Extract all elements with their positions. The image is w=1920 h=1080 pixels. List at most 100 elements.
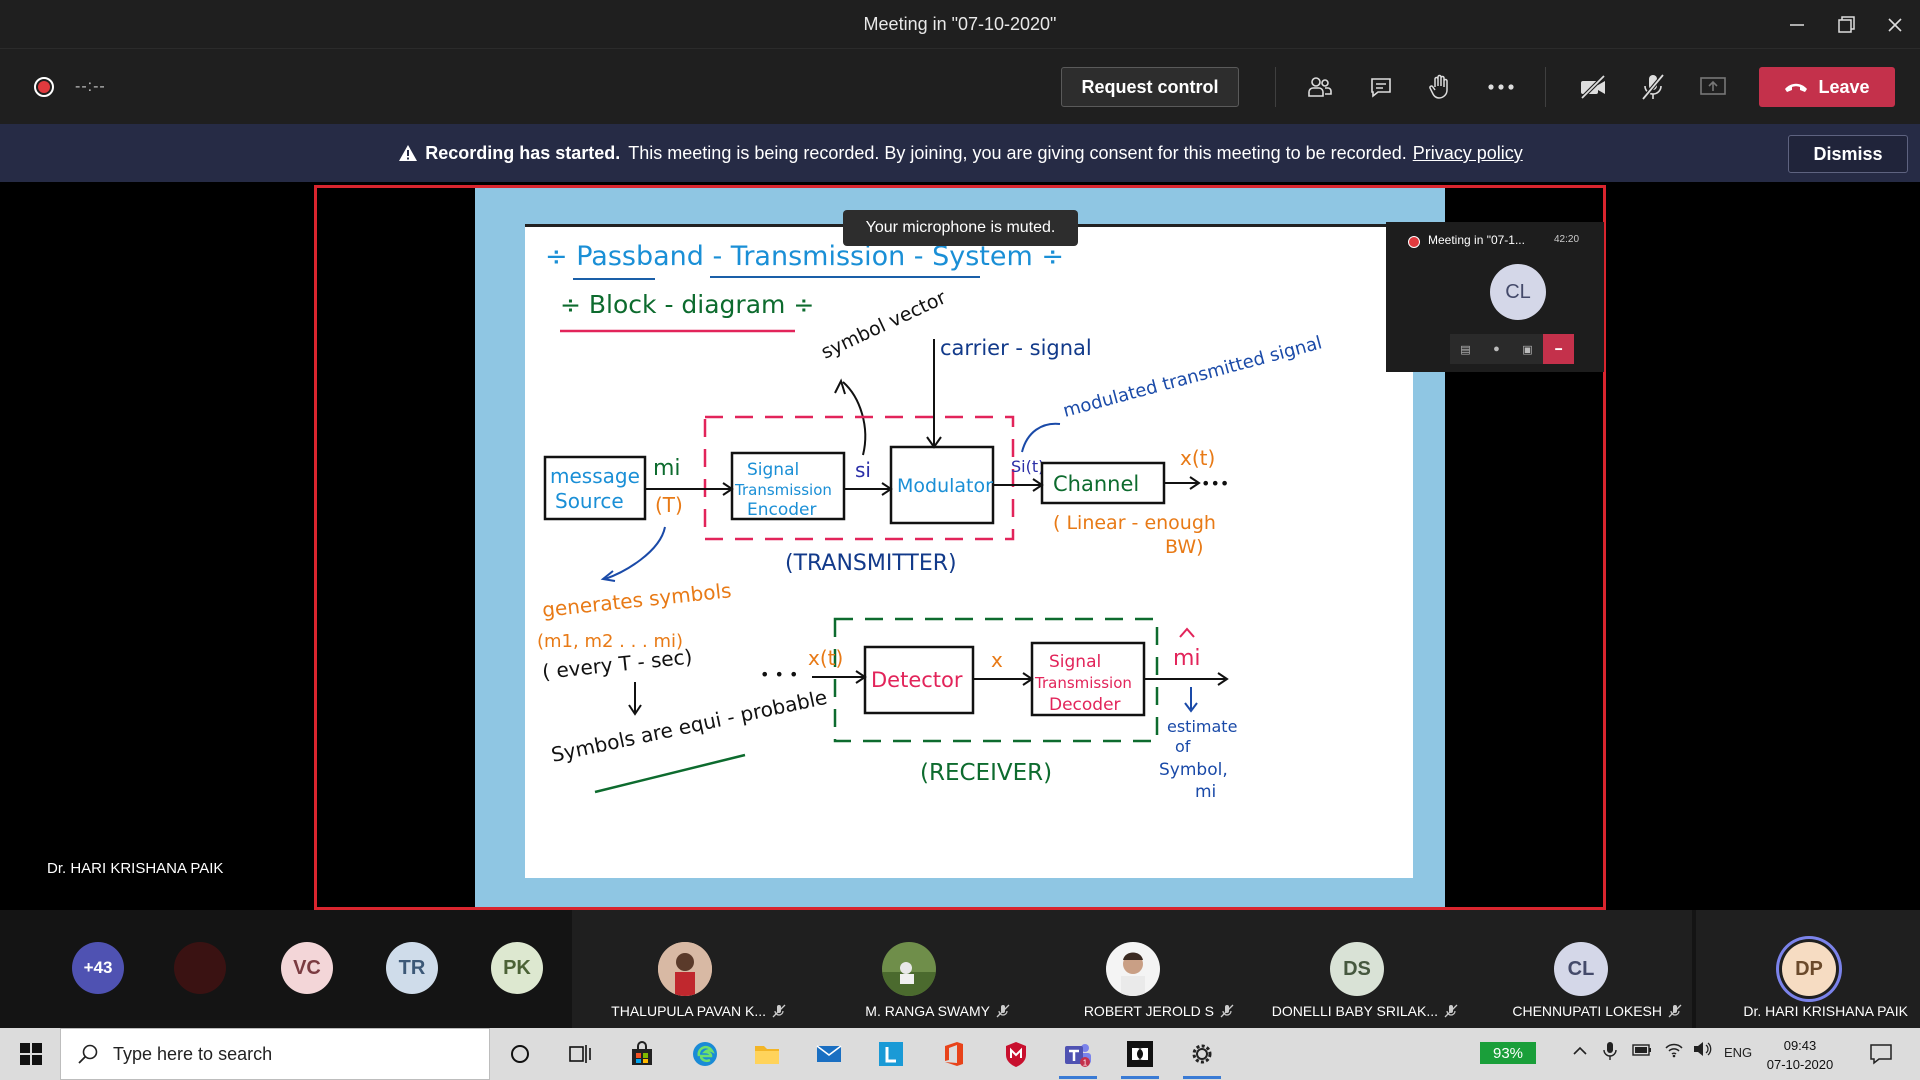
- windows-logo-icon: [20, 1043, 42, 1065]
- participant-name: M. RANGA SWAMY: [865, 1003, 990, 1019]
- participant-photo: [882, 942, 936, 996]
- presenter-name-label: Dr. HARI KRISHANA PAIK: [47, 860, 224, 877]
- participant-avatar: CL: [1554, 942, 1608, 996]
- mic-toggle-button[interactable]: [1635, 69, 1671, 105]
- mini-call-title: Meeting in "07-1...: [1428, 233, 1525, 247]
- recording-indicator-icon: [34, 77, 54, 97]
- participant-name: ROBERT JEROLD S: [1083, 1003, 1214, 1019]
- more-icon: [1488, 84, 1514, 90]
- dismiss-button[interactable]: Dismiss: [1788, 135, 1908, 173]
- clock-date: 07-10-2020: [1766, 1057, 1834, 1072]
- participant-avatar: DP: [1782, 942, 1836, 996]
- active-speaker-tile[interactable]: DP Dr. HARI KRISHANA PAIK: [1696, 910, 1920, 1028]
- leave-label: Leave: [1818, 76, 1870, 97]
- start-button[interactable]: [12, 1036, 50, 1072]
- window-titlebar: Meeting in "07-10-2020": [0, 0, 1920, 49]
- mini-share-icon[interactable]: ▣: [1512, 334, 1543, 364]
- mic-off-icon: [1641, 73, 1665, 101]
- recording-dot-icon: [1408, 236, 1420, 248]
- mini-camera-icon[interactable]: ▤: [1450, 334, 1481, 364]
- task-view-button[interactable]: [561, 1036, 599, 1072]
- participant-avatar-vc[interactable]: VC: [281, 942, 333, 994]
- dolby-app[interactable]: [1121, 1036, 1159, 1079]
- meeting-timer: --:--: [75, 78, 106, 95]
- warning-icon: [399, 145, 418, 161]
- mini-hang-up-icon[interactable]: ━: [1543, 334, 1574, 364]
- mail-app[interactable]: [810, 1036, 848, 1072]
- minimize-icon: [1790, 23, 1804, 26]
- more-actions-button[interactable]: [1483, 69, 1519, 105]
- participant-name: Dr. HARI KRISHANA PAIK: [1743, 1003, 1908, 1019]
- input-language-indicator[interactable]: ENG: [1724, 1045, 1752, 1060]
- close-window-button[interactable]: [1866, 0, 1920, 49]
- participant-avatar: DS: [1330, 942, 1384, 996]
- notifications-button[interactable]: [1862, 1036, 1900, 1072]
- file-explorer-app[interactable]: [748, 1036, 786, 1072]
- recording-message: Recording has started. This meeting is be…: [0, 143, 1920, 164]
- microphone-tray-icon[interactable]: [1603, 1041, 1617, 1064]
- privacy-policy-link[interactable]: Privacy policy: [1413, 143, 1523, 163]
- participant-name: CHENNUPATI LOKESH: [1512, 1003, 1662, 1019]
- windows-taskbar: Type here to search 1 93% ENG 09:43 07-1…: [0, 1028, 1920, 1080]
- recording-consent-text: This meeting is being recorded. By joini…: [628, 143, 1407, 163]
- participant-avatar-tr[interactable]: TR: [386, 942, 438, 994]
- battery-percentage-badge[interactable]: 93%: [1480, 1042, 1536, 1064]
- l-app[interactable]: [872, 1036, 910, 1072]
- toolbar-divider: [1275, 67, 1276, 107]
- recording-banner: Recording has started. This meeting is be…: [0, 124, 1920, 182]
- teams-app[interactable]: 1: [1059, 1036, 1097, 1079]
- mcafee-app[interactable]: [997, 1036, 1035, 1072]
- mini-mic-icon[interactable]: ●: [1481, 334, 1512, 364]
- camera-toggle-button[interactable]: [1575, 69, 1611, 105]
- people-icon: [1308, 77, 1332, 97]
- mini-call-window[interactable]: Meeting in "07-1... 42:20 CL ▤ ● ▣ ━: [1386, 222, 1604, 372]
- more-participants-button[interactable]: +43: [72, 942, 124, 994]
- dolby-icon: [1127, 1041, 1153, 1067]
- task-view-icon: [569, 1045, 591, 1063]
- window-title: Meeting in "07-10-2020": [863, 14, 1057, 34]
- restore-icon: [1838, 15, 1855, 33]
- taskbar-search-box[interactable]: Type here to search: [60, 1028, 490, 1080]
- participant-avatar-pk[interactable]: PK: [491, 942, 543, 994]
- mini-call-time: 42:20: [1554, 234, 1580, 245]
- svg-text:1: 1: [1083, 1059, 1088, 1068]
- participant-tile[interactable]: DS DONELLI BABY SRILAK...: [1244, 910, 1468, 1028]
- raise-hand-button[interactable]: [1422, 69, 1458, 105]
- mic-muted-icon: [1220, 1004, 1234, 1018]
- store-app[interactable]: [623, 1036, 661, 1072]
- show-hidden-icons-button[interactable]: [1572, 1044, 1588, 1059]
- taskbar-clock[interactable]: 09:43 07-10-2020: [1755, 1036, 1845, 1074]
- participant-tile[interactable]: ROBERT JEROLD S: [1020, 910, 1244, 1028]
- settings-app[interactable]: [1183, 1036, 1221, 1079]
- active-app-underline: [1183, 1076, 1221, 1079]
- participant-photo: [1106, 942, 1160, 996]
- cortana-button[interactable]: [501, 1036, 539, 1072]
- participant-tile[interactable]: M. RANGA SWAMY: [796, 910, 1020, 1028]
- l-app-icon: [879, 1042, 903, 1066]
- chat-icon: [1371, 78, 1391, 98]
- gear-icon: [1192, 1044, 1212, 1064]
- participant-name: DONELLI BABY SRILAK...: [1271, 1003, 1438, 1019]
- mic-muted-icon: [772, 1004, 786, 1018]
- participant-tile[interactable]: CL CHENNUPATI LOKESH: [1468, 910, 1692, 1028]
- camera-off-icon: [1580, 74, 1606, 100]
- battery-tray-icon[interactable]: [1632, 1044, 1652, 1059]
- search-placeholder: Type here to search: [113, 1043, 273, 1064]
- chat-button[interactable]: [1363, 69, 1399, 105]
- hang-up-icon: [1785, 83, 1808, 92]
- participant-tile[interactable]: THALUPULA PAVAN K...: [572, 910, 796, 1028]
- mic-muted-icon: [1444, 1004, 1458, 1018]
- participant-photo-avatar[interactable]: [174, 942, 226, 994]
- wifi-tray-icon[interactable]: [1664, 1040, 1684, 1061]
- participant-photo: [658, 942, 712, 996]
- office-app[interactable]: [935, 1036, 973, 1072]
- leave-button[interactable]: Leave: [1759, 67, 1895, 107]
- volume-tray-icon[interactable]: [1692, 1040, 1712, 1061]
- participants-button[interactable]: [1302, 69, 1338, 105]
- edge-browser-app[interactable]: [686, 1036, 724, 1072]
- share-screen-button[interactable]: [1695, 69, 1731, 105]
- share-icon: [1700, 77, 1726, 95]
- clock-time: 09:43: [1783, 1038, 1817, 1053]
- close-icon: [1888, 17, 1902, 32]
- request-control-button[interactable]: Request control: [1061, 67, 1239, 107]
